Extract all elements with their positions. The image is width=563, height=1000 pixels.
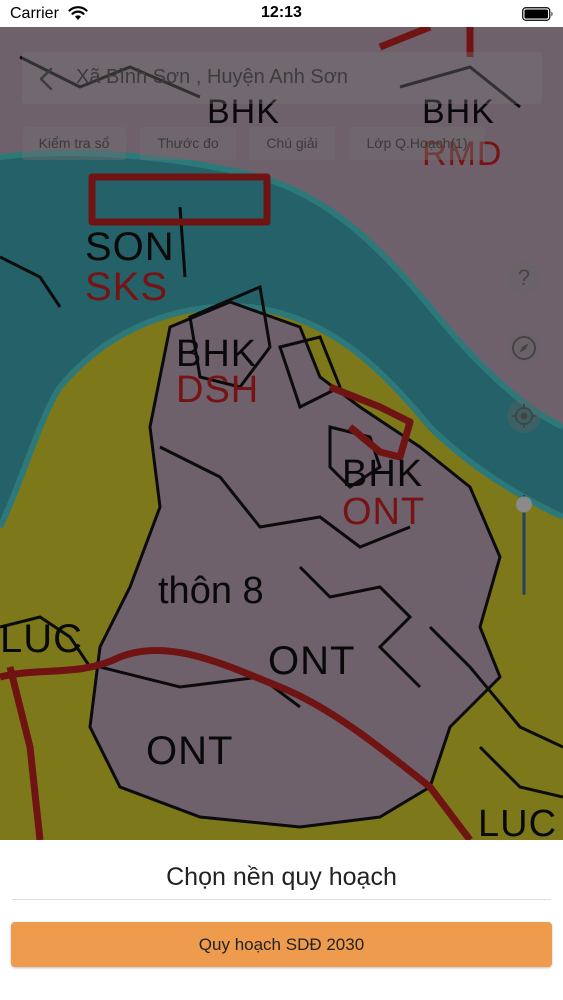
check-book-button[interactable]: Kiểm tra sổ (22, 127, 126, 160)
ruler-button[interactable]: Thước đo (140, 127, 236, 160)
compass-icon[interactable] (507, 331, 541, 365)
chevron-left-icon[interactable] (36, 66, 58, 92)
zoom-slider-handle[interactable] (516, 496, 532, 513)
battery-icon (522, 7, 553, 21)
locate-icon[interactable] (507, 399, 541, 433)
planning-layer-button[interactable]: Lớp Q.Hoạch(1) (349, 127, 485, 160)
status-bar: Carrier 12:13 (0, 0, 563, 27)
status-time: 12:13 (261, 4, 302, 21)
page-title: Xã Bình Sơn , Huyện Anh Sơn (76, 66, 348, 88)
sheet-title: Chọn nền quy hoạch (166, 863, 397, 891)
question-icon[interactable]: ? (507, 261, 541, 295)
bottom-sheet: Chọn nền quy hoạch Quy hoạch SDĐ 2030 (0, 840, 563, 1000)
zoom-slider[interactable] (515, 485, 533, 600)
sheet-divider (12, 899, 551, 900)
legend-button[interactable]: Chú giải (249, 127, 335, 160)
planning-option-button[interactable]: Quy hoạch SDĐ 2030 (11, 922, 552, 967)
